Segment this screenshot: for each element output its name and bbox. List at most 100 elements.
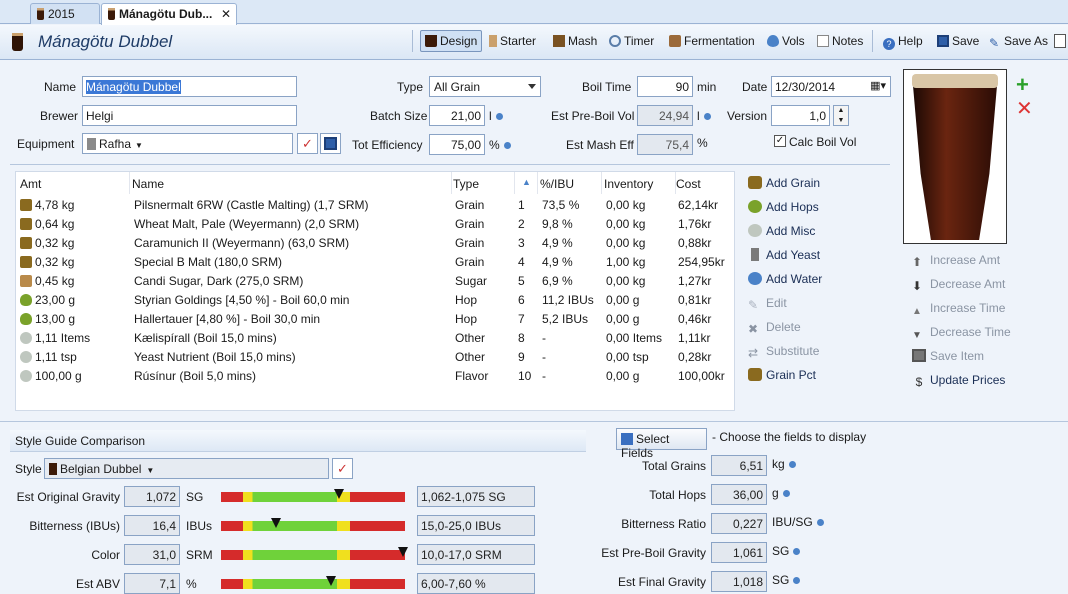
- add-picture-icon[interactable]: +: [1016, 74, 1029, 96]
- summary-field-unit: SG: [772, 544, 801, 558]
- style-range-bar: [221, 550, 405, 560]
- starter-button[interactable]: Starter: [484, 30, 541, 52]
- delete-button[interactable]: ✖ Delete: [748, 320, 801, 336]
- ingredients-table: Amt Name Type ▲ %/IBU Inventory Cost 4,7…: [15, 171, 735, 411]
- notes-icon: [817, 35, 829, 47]
- edit-style-icon[interactable]: ✓: [332, 458, 353, 479]
- water-drop-icon: [767, 35, 779, 47]
- cell-name: Rúsínur (Boil 5,0 mins): [134, 369, 257, 383]
- type-dropdown[interactable]: All Grain: [429, 76, 541, 97]
- toolbar-separator: [872, 30, 873, 52]
- boil-time-label: Boil Time: [582, 80, 632, 94]
- cell-n: 2: [518, 217, 525, 231]
- increase-time-button[interactable]: ▲ Increase Time: [912, 301, 1005, 319]
- help-button[interactable]: ? Help: [878, 30, 928, 52]
- style-dropdown[interactable]: Belgian Dubbel ▼: [44, 458, 329, 479]
- tab-managotu-dubbel[interactable]: Mánagötu Dub... ✕: [101, 3, 237, 25]
- edit-equipment-icon[interactable]: ✓: [297, 133, 318, 154]
- table-row[interactable]: 100,00 g Rúsínur (Boil 5,0 mins) Flavor 10-…: [16, 367, 734, 386]
- tab-2015[interactable]: 2015: [30, 3, 100, 24]
- date-field[interactable]: 12/30/2014 ▦▾: [771, 76, 891, 97]
- name-field[interactable]: Mánagötu Dubbel: [82, 76, 297, 97]
- grain-icon: [748, 368, 762, 381]
- column-header-cost[interactable]: Cost: [676, 172, 734, 194]
- table-row[interactable]: 1,11 Items Kælispírall (Boil 15,0 mins) Ot…: [16, 329, 734, 348]
- brewer-label: Brewer: [40, 109, 79, 123]
- style-marker-icon: [271, 518, 281, 528]
- notes-button[interactable]: Notes: [812, 30, 868, 52]
- add-misc-button[interactable]: Add Misc: [748, 224, 815, 238]
- misc-icon: [748, 224, 762, 237]
- calendar-icon[interactable]: ▦▾: [870, 79, 886, 92]
- save-as-button[interactable]: ✎ Save As: [984, 30, 1053, 52]
- edit-icon: ✎: [748, 298, 759, 312]
- cell-n: 7: [518, 312, 525, 326]
- unit-dot-icon: [495, 113, 503, 120]
- table-row[interactable]: 0,32 kg Special B Malt (180,0 SRM) Grain 4 4…: [16, 253, 734, 272]
- beer-picture: [903, 69, 1007, 244]
- brewer-field[interactable]: Helgi: [82, 105, 297, 126]
- batch-size-label: Batch Size: [370, 109, 428, 123]
- vols-button[interactable]: Vols: [762, 30, 810, 52]
- substitute-button[interactable]: ⇄ Substitute: [748, 344, 819, 360]
- mash-eff-label: Est Mash Eff: [566, 138, 634, 152]
- remove-picture-icon[interactable]: ✕: [1016, 98, 1033, 120]
- increase-amount-button[interactable]: ⬆ Increase Amt: [912, 253, 1000, 269]
- cell-cost: 1,76kr: [678, 217, 712, 231]
- add-yeast-button[interactable]: Add Yeast: [748, 248, 820, 262]
- chevron-down-icon: ▼: [146, 466, 155, 475]
- calc-boil-vol-checkbox[interactable]: ✓: [774, 135, 786, 147]
- save-equipment-button[interactable]: [320, 133, 341, 154]
- table-row[interactable]: 13,00 g Hallertauer [4,80 %] - Boil 30,0 …: [16, 310, 734, 329]
- add-water-button[interactable]: Add Water: [748, 272, 822, 286]
- pre-boil-vol-field: 24,94: [637, 105, 693, 126]
- efficiency-field[interactable]: 75,00: [429, 134, 485, 155]
- equipment-dropdown[interactable]: Rafha ▼: [82, 133, 293, 154]
- style-row-unit: %: [186, 577, 197, 591]
- cell-pct: 73,5 %: [542, 198, 580, 212]
- cell-amt: 1,11 tsp: [20, 350, 130, 364]
- save-item-button[interactable]: Save Item: [912, 349, 984, 363]
- grain-icon: [20, 199, 32, 211]
- close-tab-icon[interactable]: ✕: [221, 7, 231, 21]
- table-row[interactable]: 0,45 kg Candi Sugar, Dark (275,0 SRM) Suga…: [16, 272, 734, 291]
- mash-button[interactable]: Mash: [548, 30, 602, 52]
- timer-button[interactable]: Timer: [604, 30, 659, 52]
- table-row[interactable]: 4,78 kg Pilsnermalt 6RW (Castle Malting) …: [16, 196, 734, 215]
- cell-name: Kælispírall (Boil 15,0 mins): [134, 331, 277, 345]
- save-button[interactable]: Save: [932, 30, 984, 52]
- table-row[interactable]: 0,64 kg Wheat Malt, Pale (Weyermann) (2,0…: [16, 215, 734, 234]
- grain-pct-button[interactable]: Grain Pct: [748, 368, 816, 382]
- design-button[interactable]: Design: [420, 30, 483, 52]
- add-hops-button[interactable]: Add Hops: [748, 200, 819, 214]
- select-fields-button[interactable]: Select Fields: [616, 428, 707, 460]
- column-header-name[interactable]: Name: [132, 172, 452, 194]
- boil-time-field[interactable]: 90: [637, 76, 693, 97]
- sort-ascending-icon[interactable]: ▲: [516, 172, 538, 194]
- column-header-type[interactable]: Type: [453, 172, 515, 194]
- update-prices-button[interactable]: $ Update Prices: [912, 373, 1006, 389]
- version-field[interactable]: 1,0: [771, 105, 830, 126]
- column-header-inventory[interactable]: Inventory: [604, 172, 676, 194]
- add-grain-button[interactable]: Add Grain: [748, 176, 820, 190]
- table-row[interactable]: 0,32 kg Caramunich II (Weyermann) (63,0 S…: [16, 234, 734, 253]
- style-row-label: Color: [91, 548, 120, 562]
- clock-icon: [609, 35, 621, 47]
- batch-size-field[interactable]: 21,00: [429, 105, 485, 126]
- toolbar-overflow-icon[interactable]: [1054, 34, 1066, 48]
- fermentation-button[interactable]: Fermentation: [664, 30, 760, 52]
- grain-icon: [20, 256, 32, 268]
- edit-button[interactable]: ✎ Edit: [748, 296, 787, 312]
- unit-dot-icon: [816, 519, 824, 526]
- decrease-time-button[interactable]: ▼ Decrease Time: [912, 325, 1011, 343]
- style-label: Style: [15, 462, 42, 476]
- decrease-amount-button[interactable]: ⬇ Decrease Amt: [912, 277, 1005, 293]
- table-row[interactable]: 1,11 tsp Yeast Nutrient (Boil 15,0 mins) O…: [16, 348, 734, 367]
- column-header-amt[interactable]: Amt: [20, 172, 130, 194]
- column-header-pct-ibu[interactable]: %/IBU: [540, 172, 602, 194]
- version-stepper[interactable]: ▲ ▼: [833, 105, 849, 126]
- style-row-range: 15,0-25,0 IBUs: [417, 515, 535, 536]
- cell-inv: 0,00 kg: [606, 236, 646, 250]
- table-row[interactable]: 23,00 g Styrian Goldings [4,50 %] - Boil …: [16, 291, 734, 310]
- cell-inv: 0,00 kg: [606, 198, 646, 212]
